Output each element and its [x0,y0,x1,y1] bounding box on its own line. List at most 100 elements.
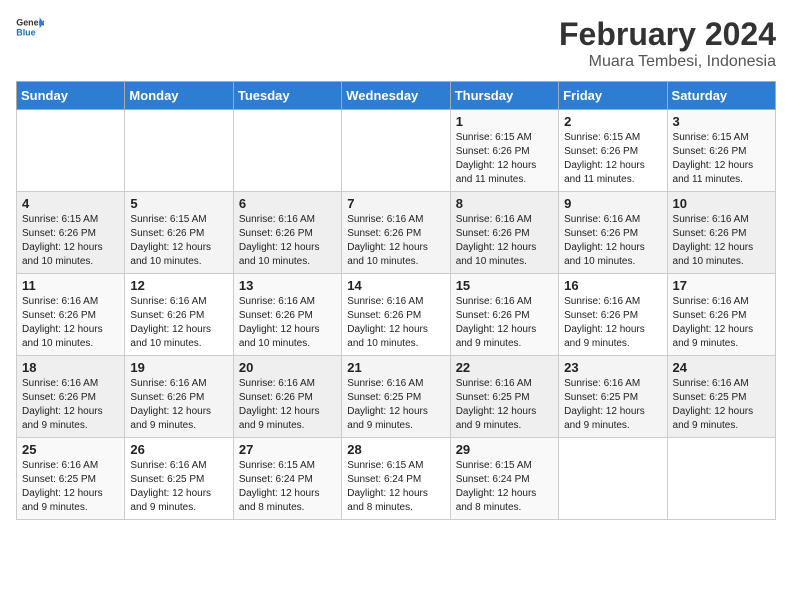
day-number: 9 [564,196,661,211]
day-number: 10 [673,196,770,211]
day-header-tuesday: Tuesday [233,82,341,110]
day-info: Sunrise: 6:16 AM Sunset: 6:26 PM Dayligh… [347,213,444,269]
calendar-cell: 17 Sunrise: 6:16 AM Sunset: 6:26 PM Dayli… [667,274,775,356]
day-info: Sunrise: 6:15 AM Sunset: 6:24 PM Dayligh… [239,459,336,515]
calendar-cell: 10 Sunrise: 6:16 AM Sunset: 6:26 PM Dayli… [667,192,775,274]
calendar-cell: 20 Sunrise: 6:16 AM Sunset: 6:26 PM Dayli… [233,356,341,438]
calendar-cell: 4 Sunrise: 6:15 AM Sunset: 6:26 PM Daylig… [17,192,125,274]
day-header-sunday: Sunday [17,82,125,110]
day-number: 16 [564,278,661,293]
page-subtitle: Muara Tembesi, Indonesia [559,53,776,71]
calendar-cell: 5 Sunrise: 6:15 AM Sunset: 6:26 PM Daylig… [125,192,233,274]
day-number: 5 [130,196,227,211]
day-number: 20 [239,360,336,375]
calendar-cell: 29Sunrise: 6:15 AM Sunset: 6:24 PM Dayli… [450,438,558,520]
day-number: 23 [564,360,661,375]
day-header-wednesday: Wednesday [342,82,450,110]
day-info: Sunrise: 6:16 AM Sunset: 6:25 PM Dayligh… [347,377,444,433]
day-info: Sunrise: 6:15 AM Sunset: 6:26 PM Dayligh… [130,213,227,269]
day-info: Sunrise: 6:15 AM Sunset: 6:24 PM Dayligh… [347,459,444,515]
day-info: Sunrise: 6:15 AM Sunset: 6:26 PM Dayligh… [564,131,661,187]
calendar-cell: 8 Sunrise: 6:16 AM Sunset: 6:26 PM Daylig… [450,192,558,274]
day-info: Sunrise: 6:16 AM Sunset: 6:26 PM Dayligh… [239,295,336,351]
calendar-cell: 9 Sunrise: 6:16 AM Sunset: 6:26 PM Daylig… [559,192,667,274]
day-number: 17 [673,278,770,293]
calendar-cell [125,110,233,192]
calendar-header-row: SundayMondayTuesdayWednesdayThursdayFrid… [17,82,776,110]
calendar-cell [17,110,125,192]
day-info: Sunrise: 6:16 AM Sunset: 6:26 PM Dayligh… [130,295,227,351]
logo-icon: General Blue [16,16,44,38]
day-number: 24 [673,360,770,375]
day-number: 21 [347,360,444,375]
day-header-thursday: Thursday [450,82,558,110]
calendar-cell: 18Sunrise: 6:16 AM Sunset: 6:26 PM Dayli… [17,356,125,438]
day-number: 15 [456,278,553,293]
day-info: Sunrise: 6:16 AM Sunset: 6:26 PM Dayligh… [130,377,227,433]
day-info: Sunrise: 6:15 AM Sunset: 6:26 PM Dayligh… [456,131,553,187]
day-info: Sunrise: 6:16 AM Sunset: 6:26 PM Dayligh… [673,213,770,269]
calendar-cell: 21 Sunrise: 6:16 AM Sunset: 6:25 PM Dayli… [342,356,450,438]
day-info: Sunrise: 6:16 AM Sunset: 6:26 PM Dayligh… [456,213,553,269]
day-number: 8 [456,196,553,211]
day-header-monday: Monday [125,82,233,110]
calendar-cell: 24Sunrise: 6:16 AM Sunset: 6:25 PM Dayli… [667,356,775,438]
calendar-cell [233,110,341,192]
day-info: Sunrise: 6:16 AM Sunset: 6:25 PM Dayligh… [130,459,227,515]
calendar-cell: 27 Sunrise: 6:15 AM Sunset: 6:24 PM Dayli… [233,438,341,520]
day-info: Sunrise: 6:16 AM Sunset: 6:26 PM Dayligh… [22,295,119,351]
calendar-cell: 22Sunrise: 6:16 AM Sunset: 6:25 PM Dayli… [450,356,558,438]
week-row-1: 1 Sunrise: 6:15 AM Sunset: 6:26 PM Daylig… [17,110,776,192]
day-info: Sunrise: 6:16 AM Sunset: 6:26 PM Dayligh… [239,213,336,269]
day-number: 7 [347,196,444,211]
calendar-cell: 6 Sunrise: 6:16 AM Sunset: 6:26 PM Daylig… [233,192,341,274]
day-info: Sunrise: 6:16 AM Sunset: 6:25 PM Dayligh… [564,377,661,433]
week-row-5: 25Sunrise: 6:16 AM Sunset: 6:25 PM Dayli… [17,438,776,520]
calendar-cell: 23 Sunrise: 6:16 AM Sunset: 6:25 PM Dayli… [559,356,667,438]
day-number: 29 [456,442,553,457]
week-row-3: 11Sunrise: 6:16 AM Sunset: 6:26 PM Dayli… [17,274,776,356]
day-info: Sunrise: 6:16 AM Sunset: 6:26 PM Dayligh… [347,295,444,351]
calendar-cell: 7 Sunrise: 6:16 AM Sunset: 6:26 PM Daylig… [342,192,450,274]
day-header-saturday: Saturday [667,82,775,110]
calendar-cell: 11Sunrise: 6:16 AM Sunset: 6:26 PM Dayli… [17,274,125,356]
day-number: 12 [130,278,227,293]
day-number: 13 [239,278,336,293]
title-area: February 2024 Muara Tembesi, Indonesia [559,16,776,71]
calendar-cell: 2 Sunrise: 6:15 AM Sunset: 6:26 PM Daylig… [559,110,667,192]
svg-text:Blue: Blue [16,27,35,37]
day-number: 1 [456,114,553,129]
calendar-cell: 25Sunrise: 6:16 AM Sunset: 6:25 PM Dayli… [17,438,125,520]
calendar-body: 1 Sunrise: 6:15 AM Sunset: 6:26 PM Daylig… [17,110,776,520]
calendar-cell [667,438,775,520]
calendar-cell: 16 Sunrise: 6:16 AM Sunset: 6:26 PM Dayli… [559,274,667,356]
calendar-table: SundayMondayTuesdayWednesdayThursdayFrid… [16,81,776,520]
day-number: 19 [130,360,227,375]
day-number: 4 [22,196,119,211]
day-number: 18 [22,360,119,375]
day-number: 2 [564,114,661,129]
calendar-cell: 28Sunrise: 6:15 AM Sunset: 6:24 PM Dayli… [342,438,450,520]
day-number: 3 [673,114,770,129]
day-number: 14 [347,278,444,293]
day-header-friday: Friday [559,82,667,110]
day-info: Sunrise: 6:16 AM Sunset: 6:26 PM Dayligh… [564,295,661,351]
calendar-cell [342,110,450,192]
day-info: Sunrise: 6:16 AM Sunset: 6:26 PM Dayligh… [673,295,770,351]
calendar-cell: 14 Sunrise: 6:16 AM Sunset: 6:26 PM Dayli… [342,274,450,356]
day-info: Sunrise: 6:16 AM Sunset: 6:26 PM Dayligh… [456,295,553,351]
week-row-4: 18 Sunrise: 6:16 AM Sunset: 6:26 PM Dayli… [17,356,776,438]
day-info: Sunrise: 6:15 AM Sunset: 6:26 PM Dayligh… [673,131,770,187]
header: General Blue February 2024 Muara Tembesi… [16,16,776,71]
day-info: Sunrise: 6:15 AM Sunset: 6:26 PM Dayligh… [22,213,119,269]
week-row-2: 4 Sunrise: 6:15 AM Sunset: 6:26 PM Daylig… [17,192,776,274]
calendar-cell: 12 Sunrise: 6:16 AM Sunset: 6:26 PM Dayli… [125,274,233,356]
calendar-cell: 3 Sunrise: 6:15 AM Sunset: 6:26 PM Daylig… [667,110,775,192]
calendar-cell [559,438,667,520]
day-info: Sunrise: 6:16 AM Sunset: 6:26 PM Dayligh… [239,377,336,433]
day-number: 26 [130,442,227,457]
calendar-cell: 13 Sunrise: 6:16 AM Sunset: 6:26 PM Dayli… [233,274,341,356]
day-number: 27 [239,442,336,457]
day-info: Sunrise: 6:16 AM Sunset: 6:26 PM Dayligh… [564,213,661,269]
day-number: 6 [239,196,336,211]
